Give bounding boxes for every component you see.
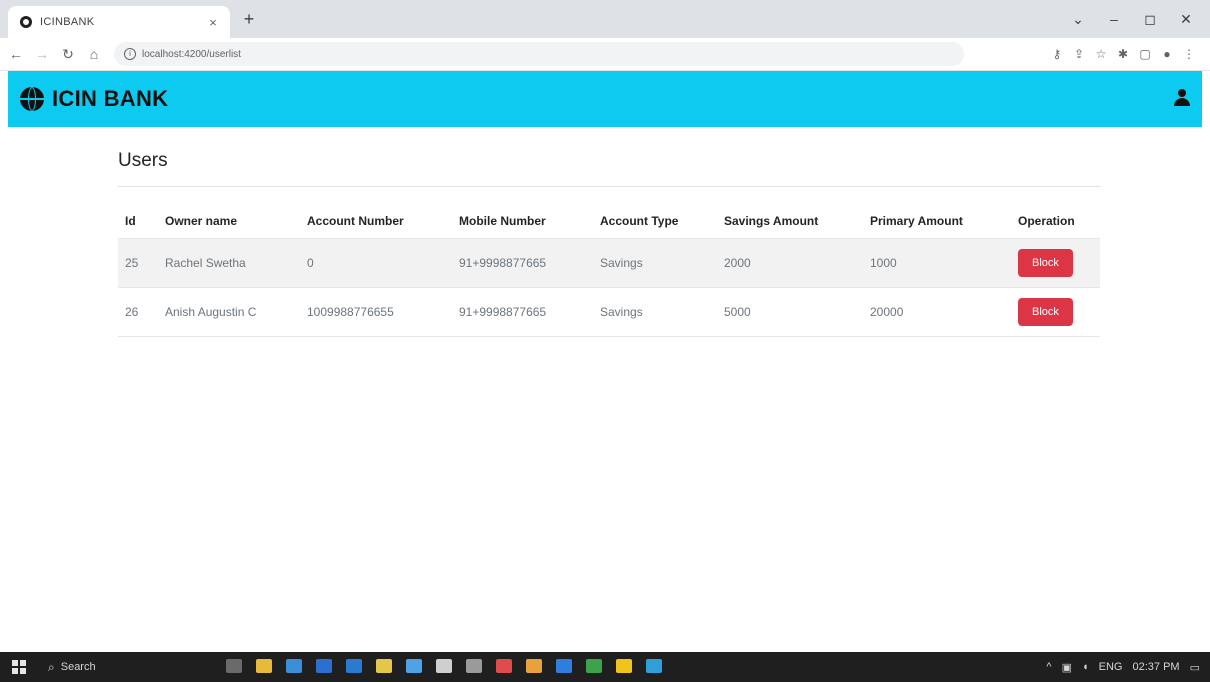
cell-id: 26 (118, 287, 158, 337)
system-tray: ^ ▣ ◖ ENG 02:37 PM ▭ (1036, 652, 1200, 682)
taskbar-search-label: Search (60, 661, 96, 673)
col-header-primary-amount: Primary Amount (863, 204, 1011, 239)
cell-savings-amount: 2000 (717, 238, 863, 288)
col-header-owner-name: Owner name (158, 204, 300, 239)
col-header-account-number: Account Number (300, 204, 452, 239)
tab-title: ICINBANK (40, 16, 95, 28)
tab-close-icon[interactable]: × (204, 15, 222, 30)
taskbar-search[interactable]: ⌕ Search (48, 660, 96, 675)
block-user-button[interactable]: Block (1018, 249, 1073, 277)
os-taskbar: ⌕ Search ^ ▣ ◖ ENG 02:37 PM ▭ (0, 652, 1210, 682)
store-icon[interactable] (316, 659, 332, 673)
search-icon: ⌕ (48, 659, 55, 674)
browser-tabstrip: ICINBANK × + ⌄ – ◻ ✕ (0, 0, 1210, 38)
app-icon[interactable] (436, 659, 452, 673)
minimize-button[interactable]: – (1096, 11, 1132, 27)
user-icon[interactable] (1174, 89, 1190, 107)
col-header-account-type: Account Type (593, 204, 717, 239)
table-header-row: Id Owner name Account Number Mobile Numb… (118, 204, 1100, 239)
sticky-notes-icon[interactable] (376, 659, 392, 673)
app-icon[interactable] (466, 659, 482, 673)
menu-kebab-icon[interactable]: ⋮ (1178, 47, 1200, 61)
block-user-button[interactable]: Block (1018, 298, 1073, 326)
app-navbar: ICIN BANK (8, 71, 1202, 127)
cell-owner-name: Anish Augustin C (158, 287, 300, 337)
taskbar-apps (226, 659, 676, 673)
vscode-icon[interactable] (556, 659, 572, 673)
network-icon[interactable]: ▣ (1062, 661, 1072, 674)
cell-primary-amount: 1000 (863, 238, 1011, 288)
tray-chevron-icon[interactable]: ^ (1046, 661, 1051, 673)
home-icon[interactable]: ⌂ (84, 46, 104, 62)
window-controls: ⌄ – ◻ ✕ (1060, 0, 1204, 38)
brand-link[interactable]: ICIN BANK (20, 86, 168, 112)
browser-toolbar: ← → ↻ ⌂ i localhost:4200/userlist ⚷ ⇪ ☆ … (0, 38, 1210, 71)
share-icon[interactable]: ⇪ (1068, 47, 1090, 61)
clock[interactable]: 02:37 PM (1133, 661, 1180, 673)
cell-id: 25 (118, 238, 158, 288)
app-icon[interactable] (496, 659, 512, 673)
cell-savings-amount: 5000 (717, 287, 863, 337)
volume-icon[interactable]: ◖ (1082, 661, 1089, 673)
notifications-icon[interactable]: ▭ (1190, 661, 1200, 674)
key-icon[interactable]: ⚷ (1046, 47, 1068, 61)
bookmark-star-icon[interactable]: ☆ (1090, 47, 1112, 61)
file-explorer-icon[interactable] (256, 659, 272, 673)
profile-avatar-icon[interactable]: ● (1156, 47, 1178, 61)
app-icon[interactable] (586, 659, 602, 673)
toolbar-actions: ⚷ ⇪ ☆ ✱ ▢ ● ⋮ (1046, 38, 1200, 70)
cell-account-number: 1009988776655 (300, 287, 452, 337)
close-window-button[interactable]: ✕ (1168, 11, 1204, 28)
user-icon-head (1178, 89, 1186, 97)
app-icon[interactable] (406, 659, 422, 673)
cell-account-type: Savings (593, 287, 717, 337)
new-tab-button[interactable]: + (238, 8, 260, 30)
app-icon[interactable] (526, 659, 542, 673)
language-indicator[interactable]: ENG (1099, 661, 1123, 673)
table-row: 25 Rachel Swetha 0 91+9998877665 Savings… (118, 238, 1100, 288)
cell-owner-name: Rachel Swetha (158, 238, 300, 288)
cell-primary-amount: 20000 (863, 287, 1011, 337)
windows-start-icon[interactable] (12, 660, 26, 674)
browser-tab[interactable]: ICINBANK × (8, 6, 230, 38)
address-bar[interactable]: i localhost:4200/userlist (114, 42, 964, 66)
site-favicon-icon (20, 16, 32, 28)
address-url: localhost:4200/userlist (142, 48, 241, 60)
col-header-savings-amount: Savings Amount (717, 204, 863, 239)
brand-name: ICIN BANK (52, 86, 169, 111)
table-row: 26 Anish Augustin C 1009988776655 91+999… (118, 287, 1100, 337)
users-table: Id Owner name Account Number Mobile Numb… (118, 204, 1100, 337)
user-icon-body (1174, 98, 1190, 106)
cell-operation: Block (1011, 287, 1100, 337)
maximize-button[interactable]: ◻ (1132, 11, 1168, 28)
cell-account-type: Savings (593, 238, 717, 288)
app-icon[interactable] (646, 659, 662, 673)
cell-account-number: 0 (300, 238, 452, 288)
cell-mobile-number: 91+9998877665 (452, 238, 593, 288)
cell-mobile-number: 91+9998877665 (452, 287, 593, 337)
task-view-icon[interactable] (226, 659, 242, 673)
extensions-puzzle-icon[interactable]: ✱ (1112, 47, 1134, 61)
edge-icon[interactable] (286, 659, 302, 673)
chrome-icon[interactable] (616, 659, 632, 673)
cell-operation: Block (1011, 238, 1100, 288)
col-header-operation: Operation (1011, 204, 1100, 239)
mail-icon[interactable] (346, 659, 362, 673)
side-panel-icon[interactable]: ▢ (1134, 47, 1156, 61)
reload-icon[interactable]: ↻ (58, 46, 78, 63)
tab-search-icon[interactable]: ⌄ (1060, 11, 1096, 28)
site-info-icon[interactable]: i (124, 48, 136, 60)
page-title: Users (118, 150, 168, 171)
globe-icon (20, 87, 44, 111)
back-arrow-icon[interactable]: ← (6, 46, 26, 62)
col-header-mobile-number: Mobile Number (452, 204, 593, 239)
forward-arrow-icon[interactable]: → (32, 46, 52, 62)
col-header-id: Id (118, 204, 158, 239)
divider (118, 186, 1100, 187)
